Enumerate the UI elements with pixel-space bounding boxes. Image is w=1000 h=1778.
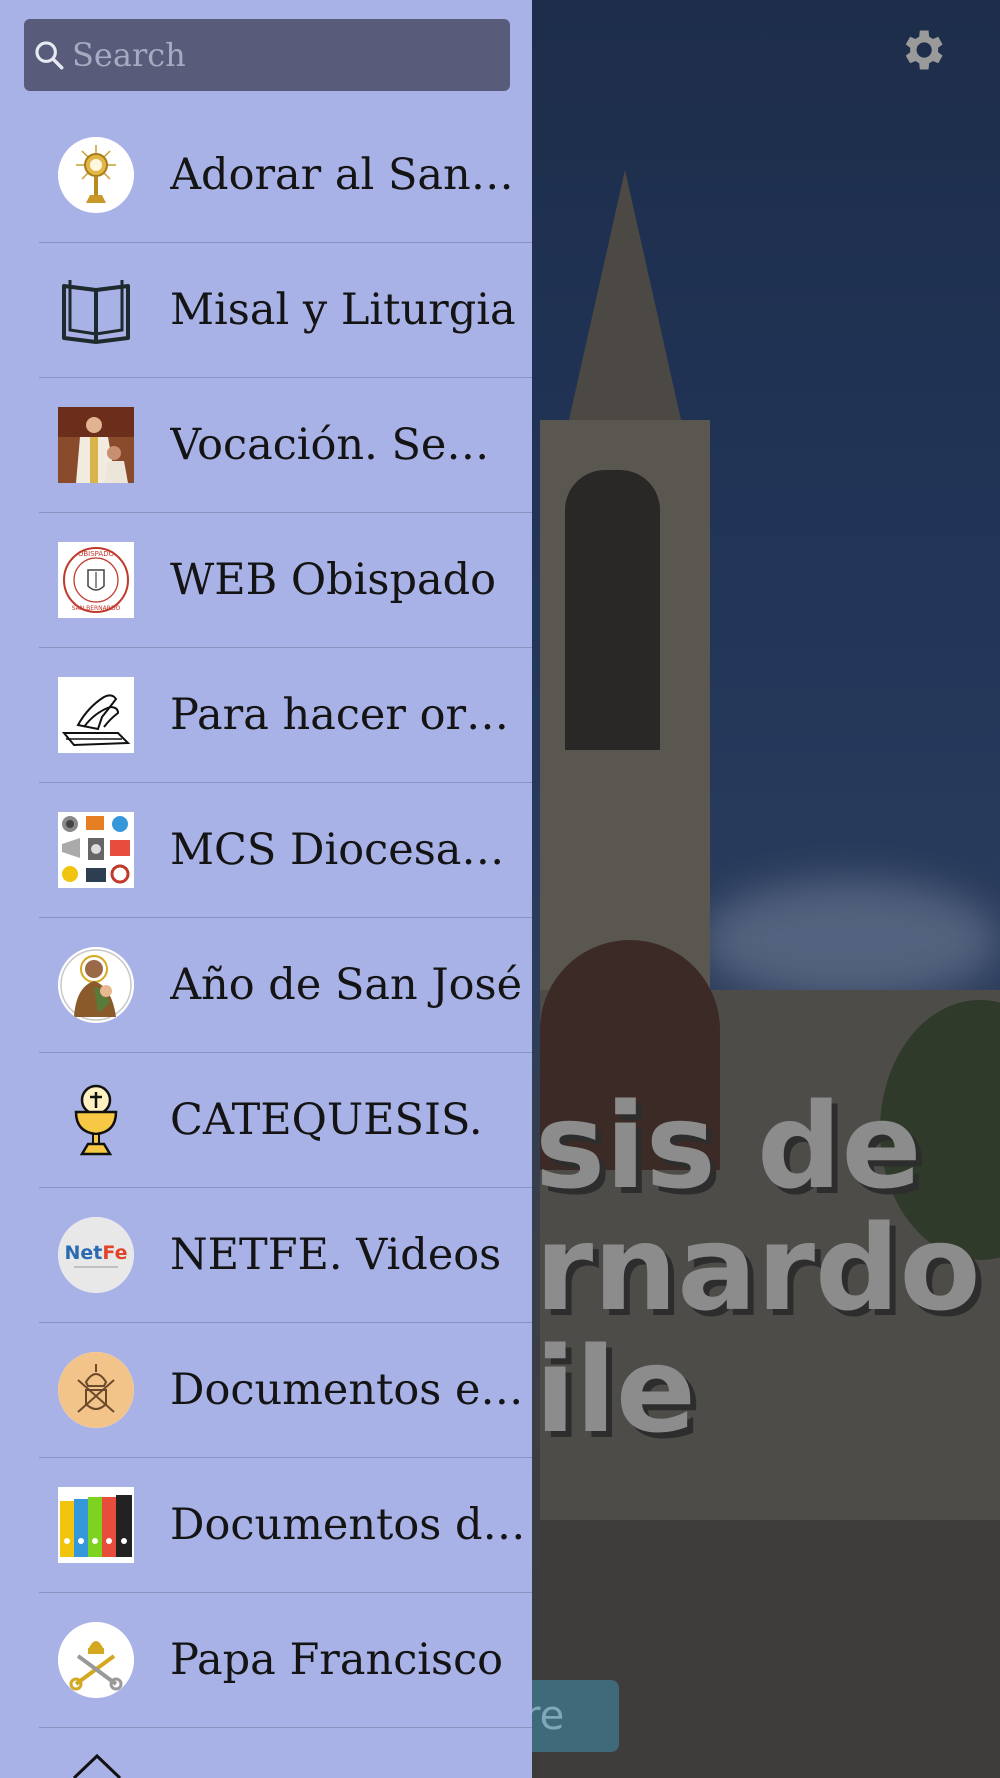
menu-item-label: Papa Francisco	[170, 1635, 504, 1685]
papal-coat-of-arms-icon	[58, 1352, 134, 1428]
menu-item-web-obispado[interactable]: OBISPADO SAN BERNARDO WEB Obispado	[39, 513, 532, 648]
menu-item-vocacion[interactable]: Vocación. Seminario	[39, 378, 532, 513]
church-spire	[560, 170, 690, 460]
menu-item-documentos-eclesiales[interactable]: Documentos eclesiales	[39, 1323, 532, 1458]
background-title: sis de rnardo ile	[535, 1077, 981, 1459]
menu-item-misal[interactable]: Misal y Liturgia	[39, 243, 532, 378]
saint-joseph-icon	[58, 947, 134, 1023]
svg-text:NetFe: NetFe	[65, 1242, 128, 1264]
sky-cloud	[700, 880, 1000, 1000]
menu-item-catequesis[interactable]: CATEQUESIS.	[39, 1053, 532, 1188]
background-button[interactable]: re	[520, 1680, 619, 1752]
chalice-icon	[74, 1084, 118, 1156]
menu-item-san-jose[interactable]: Año de San José	[39, 918, 532, 1053]
svg-text:SAN BERNARDO: SAN BERNARDO	[72, 605, 121, 612]
menu-item-label: NETFE. Videos	[170, 1230, 502, 1280]
media-collage-icon	[58, 812, 134, 888]
church-belfry	[565, 470, 660, 750]
menu-item-label: Año de San José	[170, 960, 523, 1010]
praying-hands-icon	[58, 677, 134, 753]
menu-item-label: MCS Diocesanos	[170, 825, 528, 875]
settings-gear-icon[interactable]	[896, 24, 948, 76]
menu-item-label: Vocación. Seminario	[170, 420, 528, 470]
menu-item-papa-francisco[interactable]: Papa Francisco	[39, 1593, 532, 1728]
menu-item-label: Para hacer oración	[170, 690, 528, 740]
menu-item-label: Documentos eclesiales	[170, 1365, 528, 1415]
menu-item-netfe[interactable]: NetFe NETFE. Videos	[39, 1188, 532, 1323]
menu-item-label: WEB Obispado	[170, 555, 497, 605]
menu-item-label: Adorar al Santísimo	[170, 150, 528, 200]
menu-item-label: Documentos diocesanos	[170, 1500, 528, 1550]
svg-text:OBISPADO: OBISPADO	[78, 550, 115, 558]
monstrance-icon	[58, 137, 134, 213]
menu-item-oracion[interactable]: Para hacer oración	[39, 648, 532, 783]
menu-list: Adorar al Santísimo Misal y Liturgia Vo	[0, 108, 532, 1728]
search-icon	[35, 41, 64, 70]
ordination-photo-icon	[58, 407, 134, 483]
navigation-drawer: Adorar al Santísimo Misal y Liturgia Vo	[0, 0, 532, 1778]
menu-item-adorar[interactable]: Adorar al Santísimo	[39, 108, 532, 243]
netfe-logo-icon: NetFe	[58, 1217, 134, 1293]
open-book-icon	[62, 280, 130, 344]
menu-item-documentos-diocesanos[interactable]: Documentos diocesanos	[39, 1458, 532, 1593]
menu-item-mcs[interactable]: MCS Diocesanos	[39, 783, 532, 918]
obispado-seal-icon: OBISPADO SAN BERNARDO	[58, 542, 134, 618]
binders-icon	[58, 1487, 134, 1563]
partial-menu-icon	[72, 1753, 122, 1778]
search-input[interactable]	[72, 29, 492, 81]
search-box[interactable]	[24, 19, 510, 91]
menu-item-label: Misal y Liturgia	[170, 285, 516, 335]
vatican-keys-icon	[58, 1622, 134, 1698]
menu-item-label: CATEQUESIS.	[170, 1095, 483, 1145]
